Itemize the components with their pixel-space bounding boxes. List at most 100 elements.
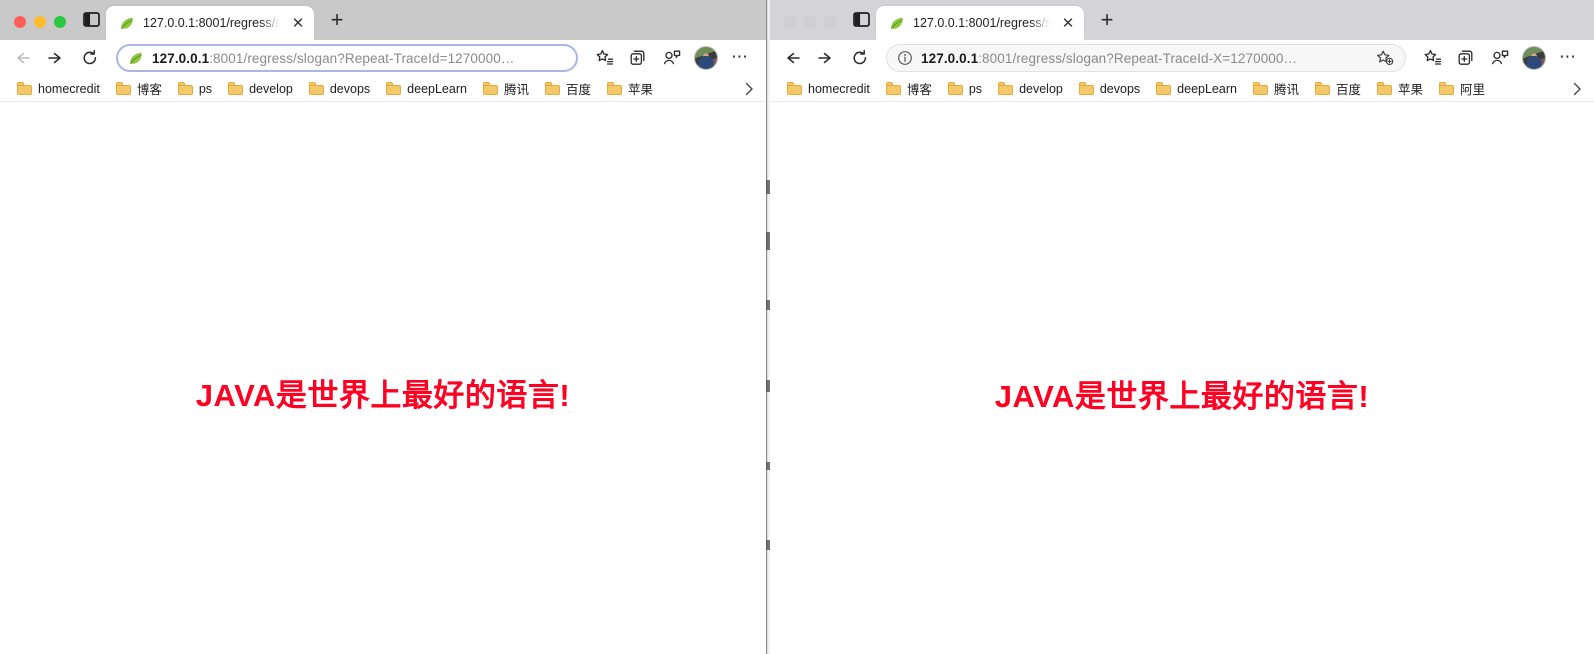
bookmark-label: 苹果	[627, 83, 653, 97]
favorites-star-icon[interactable]	[1416, 43, 1448, 73]
bookmark-label: deepLearn	[407, 81, 467, 96]
folder-icon	[1439, 82, 1454, 95]
bookmarks-bar-left: homecredit 博客 ps develop devops deepLear…	[0, 76, 766, 102]
browser-toolbar-right: 127.0.0.1:8001/regress/slogan?Repeat-Tra…	[770, 40, 1594, 76]
close-window-button[interactable]	[784, 16, 796, 28]
bookmark-item[interactable]: 阿里	[1432, 77, 1492, 100]
reload-icon[interactable]	[844, 43, 876, 73]
bookmark-label: ps	[198, 81, 213, 96]
folder-icon	[1078, 82, 1094, 95]
bookmark-item[interactable]: develop	[991, 80, 1070, 98]
bookmark-item[interactable]: 博客	[879, 77, 939, 100]
browser-tab-left[interactable]: 127.0.0.1:8001/regress/slogan? ✕	[106, 6, 314, 40]
bookmark-item[interactable]: homecredit	[10, 80, 107, 98]
bookmark-label: homecredit	[808, 81, 870, 96]
favorites-star-icon[interactable]	[588, 43, 620, 73]
sidebar-toggle-icon[interactable]	[76, 6, 106, 40]
collections-icon[interactable]	[622, 43, 654, 73]
folder-icon	[1252, 82, 1268, 95]
bookmark-item[interactable]: homecredit	[780, 80, 877, 98]
folder-icon	[947, 82, 963, 95]
bookmark-item[interactable]: 百度	[538, 77, 598, 100]
tab-strip-right: 127.0.0.1:8001/regress/slogan? ✕ +	[770, 0, 1594, 40]
address-bar-right[interactable]: 127.0.0.1:8001/regress/slogan?Repeat-Tra…	[886, 44, 1406, 72]
bookmark-label: 百度	[1335, 83, 1361, 97]
folder-icon	[228, 82, 244, 95]
slogan-text: JAVA是世界上最好的语言!	[994, 379, 1370, 414]
browser-menu-button[interactable]: ⋯	[724, 43, 756, 73]
browser-essentials-icon[interactable]	[1484, 43, 1516, 73]
window-controls-right	[778, 16, 846, 40]
bookmark-item[interactable]: 腾讯	[1246, 77, 1306, 100]
collections-icon[interactable]	[1450, 43, 1482, 73]
reload-icon[interactable]	[74, 43, 106, 73]
address-bar-host: 127.0.0.1	[921, 50, 979, 66]
folder-icon	[482, 82, 498, 95]
new-tab-button[interactable]: +	[1090, 6, 1124, 40]
zoom-window-button[interactable]	[824, 16, 836, 28]
zoom-window-button[interactable]	[54, 16, 66, 28]
folder-icon	[115, 82, 131, 95]
close-tab-button[interactable]: ✕	[1058, 13, 1078, 33]
bookmark-label: 博客	[136, 83, 162, 97]
bookmark-item[interactable]: 苹果	[600, 77, 660, 100]
folder-icon	[1376, 82, 1392, 95]
back-arrow-icon[interactable]	[776, 43, 808, 73]
close-tab-button[interactable]: ✕	[288, 13, 308, 33]
forward-arrow-icon[interactable]	[810, 43, 842, 73]
bookmark-item[interactable]: 百度	[1308, 77, 1368, 100]
browser-toolbar-left: 127.0.0.1:8001/regress/slogan?Repeat-Tra…	[0, 40, 766, 76]
address-bar-url-left: 127.0.0.1:8001/regress/slogan?Repeat-Tra…	[152, 51, 568, 66]
bookmark-label: homecredit	[38, 81, 100, 96]
folder-icon	[885, 82, 901, 95]
folder-icon	[787, 82, 802, 95]
bookmark-label: 苹果	[1397, 83, 1423, 97]
address-bar-left[interactable]: 127.0.0.1:8001/regress/slogan?Repeat-Tra…	[116, 44, 578, 72]
bookmark-item[interactable]: deepLearn	[1149, 80, 1244, 98]
browser-menu-dots: ⋯	[1559, 46, 1577, 66]
site-information-icon[interactable]	[897, 50, 913, 66]
bookmark-item[interactable]: ps	[171, 80, 219, 98]
spring-leaf-favicon-icon	[128, 50, 144, 66]
minimize-window-button[interactable]	[34, 16, 46, 28]
browser-tab-right[interactable]: 127.0.0.1:8001/regress/slogan? ✕	[876, 6, 1084, 40]
bookmark-label: devops	[329, 81, 371, 96]
folder-icon	[386, 82, 402, 95]
folder-icon	[544, 82, 560, 95]
bookmark-item[interactable]: ps	[941, 80, 989, 98]
add-favorite-star-icon[interactable]	[1375, 49, 1397, 67]
bookmark-item[interactable]: 博客	[109, 77, 169, 100]
profile-avatar[interactable]	[694, 46, 718, 70]
bookmark-item[interactable]: 腾讯	[476, 77, 536, 100]
address-bar-path: :8001/regress/slogan?Repeat-TraceId-X=12…	[978, 50, 1298, 66]
browser-essentials-icon[interactable]	[656, 43, 688, 73]
bookmark-item[interactable]: 苹果	[1370, 77, 1430, 100]
bookmark-label: 腾讯	[503, 83, 529, 97]
slogan-text: JAVA是世界上最好的语言!	[195, 378, 571, 413]
browser-window-right: 127.0.0.1:8001/regress/slogan? ✕ + 127.0…	[770, 0, 1594, 654]
bookmark-label: devops	[1099, 81, 1141, 96]
tab-strip-left: 127.0.0.1:8001/regress/slogan? ✕ +	[0, 0, 766, 40]
page-content-right: JAVA是世界上最好的语言!	[770, 102, 1594, 653]
back-arrow-icon[interactable]	[6, 43, 38, 73]
folder-icon	[1156, 82, 1172, 95]
bookmark-item[interactable]: devops	[302, 80, 377, 98]
bookmark-label: ps	[968, 81, 983, 96]
page-content-left: JAVA是世界上最好的语言!	[0, 102, 766, 653]
browser-menu-dots: ⋯	[731, 46, 749, 66]
folder-icon	[606, 82, 622, 95]
minimize-window-button[interactable]	[804, 16, 816, 28]
profile-avatar[interactable]	[1522, 46, 1546, 70]
bookmarks-overflow-chevron-icon[interactable]	[738, 78, 760, 100]
close-window-button[interactable]	[14, 16, 26, 28]
new-tab-button[interactable]: +	[320, 6, 354, 40]
bookmark-item[interactable]: devops	[1072, 80, 1147, 98]
bookmark-item[interactable]: deepLearn	[379, 80, 474, 98]
folder-icon	[1314, 82, 1330, 95]
sidebar-toggle-icon[interactable]	[846, 6, 876, 40]
bookmark-item[interactable]: develop	[221, 80, 300, 98]
browser-menu-button[interactable]: ⋯	[1552, 43, 1584, 73]
forward-arrow-icon[interactable]	[40, 43, 72, 73]
folder-icon	[177, 82, 193, 95]
bookmarks-overflow-chevron-icon[interactable]	[1566, 78, 1588, 100]
